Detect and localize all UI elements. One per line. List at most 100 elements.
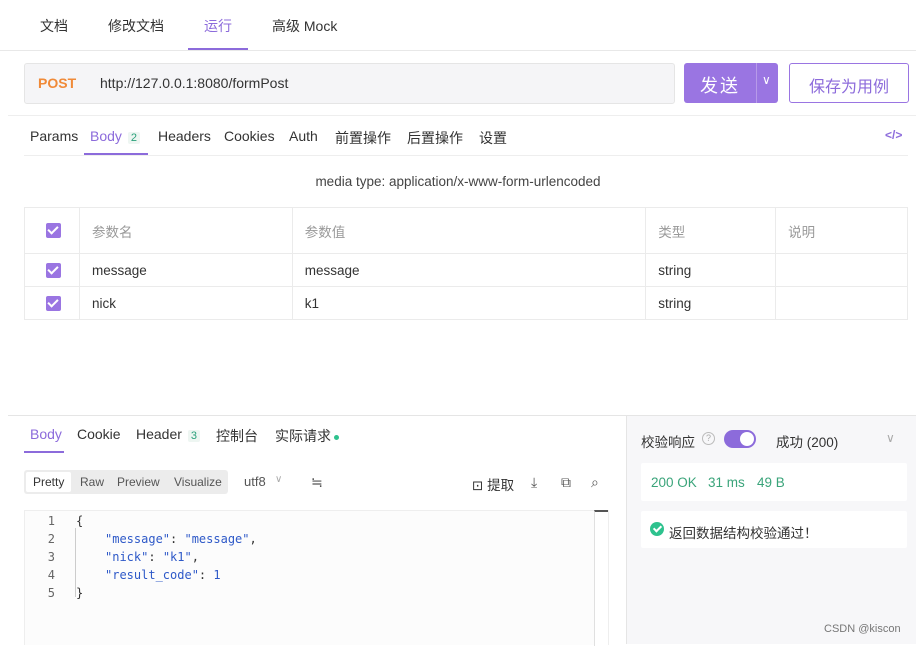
encoding-select[interactable]: utf8 (244, 474, 266, 489)
extract-label: 提取 (487, 478, 515, 493)
format-raw[interactable]: Raw (80, 475, 104, 489)
copy-icon[interactable]: ⧉ (561, 474, 571, 491)
header-cell: 参数名 (78, 207, 293, 254)
format-preview[interactable]: Preview (117, 475, 160, 489)
header-cell: 参数值 (291, 207, 647, 254)
top-tab-bar: 文档 修改文档 运行 高级 Mock (0, 0, 916, 51)
validation-message: 返回数据结构校验通过！ (641, 511, 907, 548)
line-number: 1 (47, 514, 55, 528)
chevron-down-icon[interactable]: ∨ (762, 73, 771, 87)
row-select-cell[interactable] (24, 253, 80, 287)
tab-post-ops[interactable]: 后置操作 (407, 128, 463, 148)
tab-response-header-label: Header (136, 426, 182, 442)
code-line: "result_code": 1 (105, 568, 221, 582)
param-name-cell[interactable]: message (78, 253, 293, 287)
tab-body-label: Body (90, 128, 122, 144)
tab-advanced-mock[interactable]: 高级 Mock (272, 16, 337, 36)
response-time: 31 ms (708, 475, 745, 490)
row-select-cell[interactable] (24, 286, 80, 320)
response-size: 49 B (757, 475, 785, 490)
param-name-cell[interactable]: nick (78, 286, 293, 320)
row-checkbox[interactable] (46, 295, 61, 311)
param-desc-cell[interactable] (775, 253, 908, 287)
code-line: "message": "message", (105, 532, 257, 546)
method-select[interactable]: POST (38, 75, 76, 91)
tab-cookies[interactable]: Cookies (224, 128, 275, 144)
format-visualize[interactable]: Visualize (174, 475, 222, 489)
header-cell: 说明 (775, 207, 908, 254)
send-label: 发送 (700, 76, 740, 96)
param-type-cell[interactable]: string (645, 253, 777, 287)
table-row: message message string (24, 253, 908, 287)
help-icon[interactable]: ? (702, 432, 715, 445)
download-icon[interactable]: ⤓ (531, 474, 537, 491)
table-row: nick k1 string (24, 286, 908, 320)
header-cell: 类型 (645, 207, 777, 254)
tab-auth[interactable]: Auth (289, 128, 318, 144)
send-divider (756, 63, 757, 103)
tab-response-body[interactable]: Body (30, 426, 62, 442)
validation-text: 返回数据结构校验通过！ (669, 526, 818, 541)
tab-console[interactable]: 控制台 (216, 426, 258, 446)
divider (8, 115, 916, 116)
header-count-badge: 3 (187, 430, 201, 442)
media-type-label: media type: application/x-www-form-urlen… (315, 174, 601, 189)
response-stats: 200 OK 31 ms 49 B (641, 463, 907, 501)
tab-actual-request[interactable]: 实际请求 (275, 426, 339, 446)
tab-run[interactable]: 运行 (204, 16, 232, 36)
wrap-lines-icon[interactable]: ≒ (311, 474, 323, 491)
param-value-cell[interactable]: message (291, 253, 647, 287)
chevron-down-icon[interactable]: ∨ (275, 474, 282, 485)
format-pretty[interactable]: Pretty (26, 472, 72, 492)
code-line: { (76, 514, 84, 528)
status-code: 200 OK (651, 475, 697, 490)
tab-body[interactable]: Body 2 (90, 128, 141, 144)
tab-settings[interactable]: 设置 (479, 128, 507, 148)
tab-actual-request-label: 实际请求 (275, 428, 331, 444)
active-tab-indicator (188, 48, 248, 50)
select-all-cell[interactable] (24, 207, 80, 254)
body-count-badge: 2 (127, 132, 141, 144)
tab-edit-docs[interactable]: 修改文档 (108, 16, 164, 36)
param-type-cell[interactable]: string (645, 286, 777, 320)
param-desc-cell[interactable] (775, 286, 908, 320)
table-header-row: 参数名 参数值 类型 说明 (24, 207, 908, 254)
chevron-down-icon[interactable]: ∨ (886, 431, 895, 445)
response-code-editor[interactable]: 1 2 3 4 5 { "message": "message", "nick"… (24, 510, 609, 645)
line-number: 2 (47, 532, 55, 546)
line-number: 3 (47, 550, 55, 564)
line-number: 5 (47, 586, 55, 600)
extract-button[interactable]: ⊡ 提取 (472, 474, 514, 494)
verify-toggle[interactable] (724, 430, 756, 448)
tab-response-header[interactable]: Header 3 (136, 426, 201, 442)
status-dot (334, 434, 339, 440)
code-line: "nick": "k1", (105, 550, 199, 564)
save-label: 保存为用例 (808, 79, 889, 96)
search-icon[interactable]: ⌕ (591, 474, 599, 491)
save-as-case-button[interactable]: 保存为用例 (789, 63, 909, 103)
active-tab-indicator (24, 451, 64, 453)
tab-docs[interactable]: 文档 (40, 16, 68, 36)
divider (24, 155, 908, 156)
toggle-knob (740, 432, 754, 446)
tab-headers[interactable]: Headers (158, 128, 211, 144)
verify-response-label: 校验响应 (641, 435, 695, 450)
verify-result-select[interactable]: 成功 (200) (776, 431, 838, 451)
format-selector: Pretty Raw Preview Visualize (24, 470, 228, 494)
check-circle-icon (650, 522, 664, 536)
extract-icon: ⊡ (472, 478, 484, 493)
params-table: 参数名 参数值 类型 说明 message message string nic… (24, 207, 908, 320)
code-icon[interactable]: </> (885, 128, 902, 142)
tab-response-cookie[interactable]: Cookie (77, 426, 121, 442)
tab-params[interactable]: Params (30, 128, 78, 144)
url-text[interactable]: http://127.0.0.1:8080/formPost (100, 75, 288, 91)
line-number: 4 (47, 568, 55, 582)
url-input[interactable]: POST http://127.0.0.1:8080/formPost (24, 63, 675, 104)
select-all-checkbox[interactable] (46, 223, 61, 238)
row-checkbox[interactable] (46, 262, 61, 278)
tab-pre-ops[interactable]: 前置操作 (335, 128, 391, 148)
editor-scrollbar[interactable] (594, 510, 608, 646)
send-button[interactable]: 发送 ∨ (684, 63, 778, 103)
code-line: } (76, 586, 84, 600)
param-value-cell[interactable]: k1 (291, 286, 647, 320)
